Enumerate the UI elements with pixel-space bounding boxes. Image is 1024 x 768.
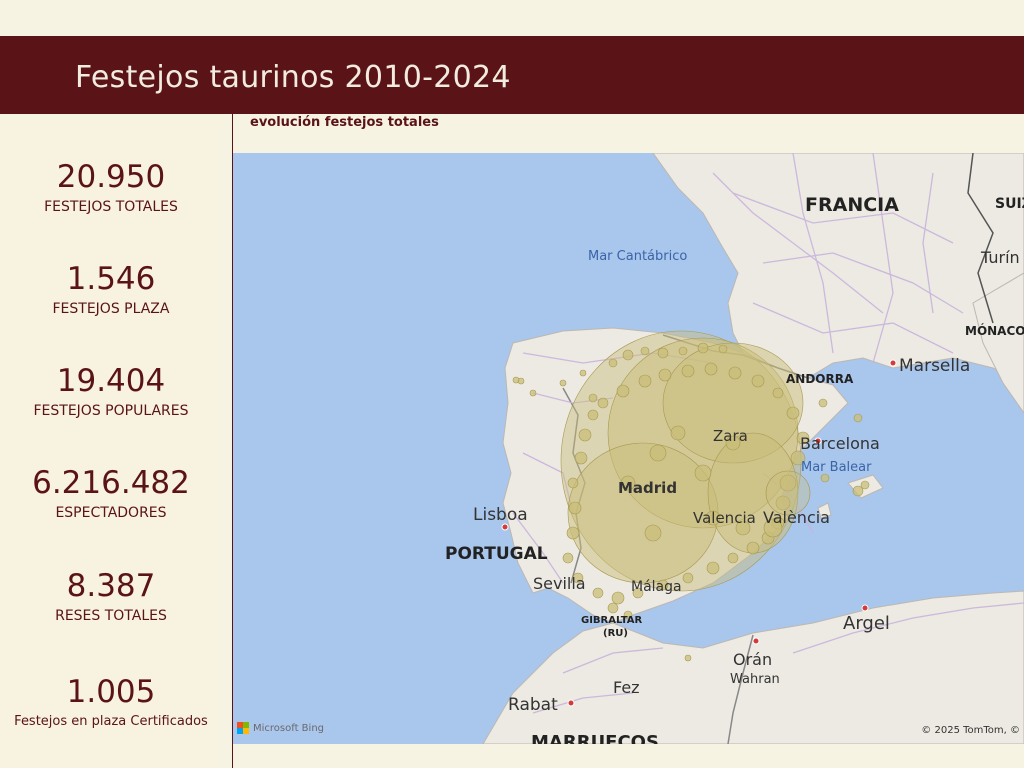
label-sevilla: Sevilla (533, 574, 586, 593)
label-fez: Fez (613, 678, 640, 697)
kpi-festejos-totales[interactable]: 20.950 FESTEJOS TOTALES (0, 159, 222, 215)
label-marsella: Marsella (899, 356, 970, 376)
map-copyright[interactable]: © 2025 TomTom, © (921, 725, 1020, 736)
microsoft-logo-icon (237, 722, 249, 734)
label-lisboa: Lisboa (473, 505, 528, 525)
kpi-label: Festejos en plaza Certificados (14, 714, 208, 729)
kpi-value: 1.546 (66, 261, 156, 297)
label-ru: (RU) (603, 628, 628, 639)
kpi-festejos-plaza[interactable]: 1.546 FESTEJOS PLAZA (0, 261, 222, 317)
label-oran: Orán (733, 650, 772, 669)
top-band (0, 0, 1024, 36)
label-rabat: Rabat (508, 695, 558, 715)
label-argel: Argel (843, 613, 890, 634)
label-francia: FRANCIA (805, 194, 899, 216)
label-zaragoza: Zara (713, 427, 748, 445)
page-title: Festejos taurinos 2010-2024 (75, 60, 511, 95)
kpi-espectadores[interactable]: 6.216.482 ESPECTADORES (0, 465, 222, 521)
kpi-value: 1.005 (66, 674, 156, 710)
kpi-label: ESPECTADORES (55, 505, 167, 521)
kpi-value: 20.950 (56, 159, 166, 195)
label-valencia: València (763, 508, 830, 527)
label-monaco: MÓNACO (965, 323, 1024, 338)
label-turin: Turín (980, 248, 1020, 267)
label-valencia-city: Valencia (693, 509, 756, 527)
label-portugal: PORTUGAL (445, 544, 548, 564)
kpi-label: RESES TOTALES (55, 608, 167, 624)
map-visual[interactable]: FRANCIA SUIZ Turín MÓNACO Marsella ANDOR… (233, 153, 1024, 744)
label-mar-balear: Mar Balear (801, 460, 872, 475)
kpi-value: 6.216.482 (32, 465, 190, 501)
kpi-value: 19.404 (56, 363, 166, 399)
label-malaga: Málaga (631, 579, 682, 595)
kpi-value: 8.387 (66, 568, 156, 604)
label-gibraltar: GIBRALTAR (581, 615, 642, 626)
label-madrid: Madrid (618, 479, 677, 497)
label-andorra: ANDORRA (786, 372, 854, 386)
kpi-label: FESTEJOS TOTALES (44, 199, 178, 215)
label-wahran: Wahran (730, 672, 780, 687)
kpi-festejos-certificados[interactable]: 1.005 Festejos en plaza Certificados (0, 674, 222, 729)
bing-attribution[interactable]: Microsoft Bing (237, 722, 324, 734)
label-suiza: SUIZ (995, 196, 1024, 212)
label-barcelona: Barcelona (800, 434, 880, 453)
label-marruecos: MARRUECOS (531, 732, 659, 744)
kpi-panel: 20.950 FESTEJOS TOTALES 1.546 FESTEJOS P… (0, 114, 222, 768)
kpi-festejos-populares[interactable]: 19.404 FESTEJOS POPULARES (0, 363, 222, 419)
kpi-label: FESTEJOS PLAZA (52, 301, 170, 317)
map-title: evolución festejos totales (250, 115, 439, 130)
label-mar-cantabrico: Mar Cantábrico (588, 249, 687, 264)
bing-label: Microsoft Bing (253, 722, 325, 734)
map-canvas: FRANCIA SUIZ Turín MÓNACO Marsella ANDOR… (445, 153, 1024, 744)
kpi-reses-totales[interactable]: 8.387 RESES TOTALES (0, 568, 222, 624)
kpi-label: FESTEJOS POPULARES (33, 403, 189, 419)
report-header: Festejos taurinos 2010-2024 (0, 36, 1024, 114)
